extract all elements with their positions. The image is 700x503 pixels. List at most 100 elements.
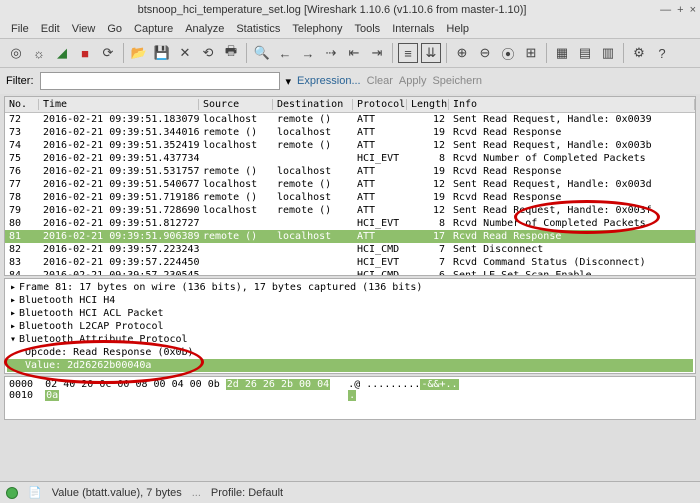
- cell-time: 2016-02-21 09:39:51.728690: [39, 205, 199, 216]
- forward-icon[interactable]: →: [298, 43, 318, 63]
- options-icon[interactable]: ☼: [29, 43, 49, 63]
- coloring-rules-icon[interactable]: ▥: [598, 43, 618, 63]
- packet-row[interactable]: 742016-02-21 09:39:51.352419localhostrem…: [5, 139, 695, 152]
- cell-protocol: HCI_EVT: [353, 218, 407, 229]
- tree-frame[interactable]: ▸Frame 81: 17 bytes on wire (136 bits), …: [7, 281, 693, 294]
- expand-arrow-icon[interactable]: ▾: [7, 334, 19, 345]
- capture-filters-icon[interactable]: ▦: [552, 43, 572, 63]
- packet-list-pane[interactable]: No. Time Source Destination Protocol Len…: [4, 96, 696, 276]
- open-icon[interactable]: 📂: [129, 43, 149, 63]
- packet-details-pane[interactable]: ▸Frame 81: 17 bytes on wire (136 bits), …: [4, 278, 696, 374]
- menu-help[interactable]: Help: [441, 22, 474, 36]
- minimize-icon[interactable]: —: [660, 4, 671, 16]
- last-icon[interactable]: ⇥: [367, 43, 387, 63]
- tree-att-value[interactable]: Value: 2d26262b00040a: [7, 359, 693, 372]
- packet-row[interactable]: 752016-02-21 09:39:51.437734HCI_EVT8Rcvd…: [5, 152, 695, 165]
- display-filters-icon[interactable]: ▤: [575, 43, 595, 63]
- collapse-arrow-icon[interactable]: ▸: [7, 308, 19, 319]
- tree-l2cap[interactable]: ▸Bluetooth L2CAP Protocol: [7, 320, 693, 333]
- cell-protocol: HCI_EVT: [353, 257, 407, 268]
- cell-length: 19: [407, 127, 449, 138]
- ascii-highlight: -&&+..: [420, 379, 458, 390]
- resize-columns-icon[interactable]: ⊞: [521, 43, 541, 63]
- menu-file[interactable]: File: [6, 22, 34, 36]
- packet-row[interactable]: 842016-02-21 09:39:57.230545HCI_CMD6Sent…: [5, 269, 695, 276]
- status-bar: 📄 Value (btatt.value), 7 bytes ... Profi…: [0, 481, 700, 503]
- cell-no: 84: [5, 270, 39, 276]
- cell-no: 72: [5, 114, 39, 125]
- col-info[interactable]: Info: [449, 99, 695, 110]
- cell-no: 79: [5, 205, 39, 216]
- col-destination[interactable]: Destination: [273, 99, 353, 110]
- autoscroll-icon[interactable]: ⇊: [421, 43, 441, 63]
- cell-info: Sent Disconnect: [449, 244, 695, 255]
- tree-att-opcode[interactable]: Opcode: Read Response (0x0b): [7, 346, 693, 359]
- close-file-icon[interactable]: ✕: [175, 43, 195, 63]
- hex-row-1[interactable]: 0010 0a .: [9, 390, 691, 401]
- expression-button[interactable]: Expression...: [297, 75, 361, 87]
- collapse-arrow-icon[interactable]: ▸: [7, 321, 19, 332]
- stop-capture-icon[interactable]: ■: [75, 43, 95, 63]
- packet-row[interactable]: 722016-02-21 09:39:51.183079localhostrem…: [5, 113, 695, 126]
- expert-info-led-icon[interactable]: [6, 487, 18, 499]
- menu-internals[interactable]: Internals: [387, 22, 439, 36]
- back-icon[interactable]: ←: [275, 43, 295, 63]
- filter-input[interactable]: [40, 72, 280, 90]
- zoom-in-icon[interactable]: ⊕: [452, 43, 472, 63]
- menu-go[interactable]: Go: [102, 22, 127, 36]
- col-time[interactable]: Time: [39, 99, 199, 110]
- start-capture-icon[interactable]: ◢: [52, 43, 72, 63]
- packet-row[interactable]: 772016-02-21 09:39:51.540677localhostrem…: [5, 178, 695, 191]
- collapse-arrow-icon[interactable]: ▸: [7, 295, 19, 306]
- packet-row[interactable]: 782016-02-21 09:39:51.719186remote ()loc…: [5, 191, 695, 204]
- colorize-icon[interactable]: ≡: [398, 43, 418, 63]
- reload-icon[interactable]: ⟲: [198, 43, 218, 63]
- cell-no: 73: [5, 127, 39, 138]
- col-no[interactable]: No.: [5, 99, 39, 110]
- collapse-arrow-icon[interactable]: ▸: [7, 282, 19, 293]
- menu-view[interactable]: View: [67, 22, 101, 36]
- print-icon[interactable]: 🖶: [221, 43, 241, 63]
- packet-row[interactable]: 832016-02-21 09:39:57.224450HCI_EVT7Rcvd…: [5, 256, 695, 269]
- preferences-icon[interactable]: ⚙: [629, 43, 649, 63]
- tree-hci-h4[interactable]: ▸Bluetooth HCI H4: [7, 294, 693, 307]
- interfaces-icon[interactable]: ◎: [6, 43, 26, 63]
- status-profile[interactable]: Profile: Default: [211, 487, 283, 499]
- document-icon[interactable]: 📄: [28, 486, 42, 499]
- save-icon[interactable]: 💾: [152, 43, 172, 63]
- menu-tools[interactable]: Tools: [350, 22, 386, 36]
- find-icon[interactable]: 🔍: [252, 43, 272, 63]
- menu-telephony[interactable]: Telephony: [287, 22, 347, 36]
- packet-row[interactable]: 762016-02-21 09:39:51.531757remote ()loc…: [5, 165, 695, 178]
- restart-capture-icon[interactable]: ⟳: [98, 43, 118, 63]
- cell-protocol: HCI_CMD: [353, 270, 407, 276]
- zoom-out-icon[interactable]: ⊖: [475, 43, 495, 63]
- packet-row[interactable]: 792016-02-21 09:39:51.728690localhostrem…: [5, 204, 695, 217]
- hex-row-0[interactable]: 0000 02 40 20 0c 00 08 00 04 00 0b 2d 26…: [9, 379, 691, 390]
- filter-dropdown-icon[interactable]: ▾: [286, 75, 292, 88]
- menu-statistics[interactable]: Statistics: [231, 22, 285, 36]
- packet-row[interactable]: 732016-02-21 09:39:51.344016remote ()loc…: [5, 126, 695, 139]
- goto-icon[interactable]: ⇢: [321, 43, 341, 63]
- col-source[interactable]: Source: [199, 99, 273, 110]
- zoom-reset-icon[interactable]: ⦿: [498, 43, 518, 63]
- col-length[interactable]: Length: [407, 99, 449, 110]
- packet-row[interactable]: 822016-02-21 09:39:57.223243HCI_CMD7Sent…: [5, 243, 695, 256]
- tree-att[interactable]: ▾Bluetooth Attribute Protocol: [7, 333, 693, 346]
- tree-acl[interactable]: ▸Bluetooth HCI ACL Packet: [7, 307, 693, 320]
- help-icon[interactable]: ?: [652, 43, 672, 63]
- menu-edit[interactable]: Edit: [36, 22, 65, 36]
- packet-row[interactable]: 812016-02-21 09:39:51.906389remote ()loc…: [5, 230, 695, 243]
- apply-button[interactable]: Apply: [399, 75, 427, 87]
- close-icon[interactable]: ×: [690, 4, 696, 16]
- menu-capture[interactable]: Capture: [129, 22, 178, 36]
- packet-row[interactable]: 802016-02-21 09:39:51.812727HCI_EVT8Rcvd…: [5, 217, 695, 230]
- cell-time: 2016-02-21 09:39:57.224450: [39, 257, 199, 268]
- clear-button[interactable]: Clear: [367, 75, 393, 87]
- packet-bytes-pane[interactable]: 0000 02 40 20 0c 00 08 00 04 00 0b 2d 26…: [4, 376, 696, 420]
- first-icon[interactable]: ⇤: [344, 43, 364, 63]
- maximize-icon[interactable]: +: [677, 4, 683, 16]
- col-protocol[interactable]: Protocol: [353, 99, 407, 110]
- menu-analyze[interactable]: Analyze: [180, 22, 229, 36]
- save-filter-button[interactable]: Speichern: [432, 75, 482, 87]
